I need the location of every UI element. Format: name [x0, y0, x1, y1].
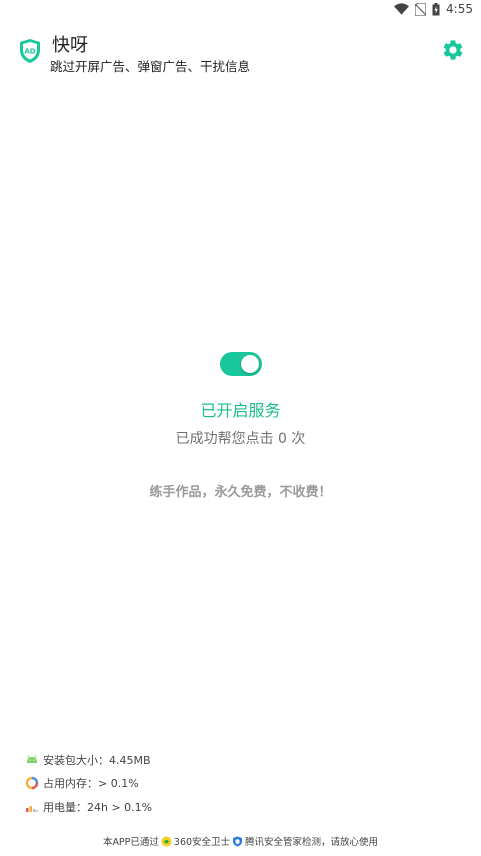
app-logo: AD — [18, 38, 42, 64]
free-note: 练手作品，永久免费，不收费！ — [149, 485, 332, 500]
memory-ring-icon — [25, 777, 39, 790]
service-status-label: 已开启服务 — [200, 401, 281, 420]
service-toggle[interactable] — [219, 352, 262, 376]
security-footer: 本APP已通过 360安全卫士 腾讯安全管家检测，请放心使用 — [0, 834, 481, 848]
stat-label: 占用内存：> 0.1% — [43, 777, 139, 791]
tencent-shield-icon — [233, 836, 243, 846]
android-icon — [27, 754, 37, 763]
logo-text: AD — [24, 48, 35, 56]
footer-text-tencent: 腾讯安全管家检测，请放心使用 — [245, 837, 379, 848]
service-panel: 已开启服务 已成功帮您点击 0 次 练手作品，永久免费，不收费！ — [0, 352, 481, 500]
stat-label: 用电量：24h > 0.1% — [43, 800, 153, 814]
status-time: 4:55 — [446, 2, 473, 16]
settings-button[interactable] — [441, 38, 465, 62]
stat-label: 安装包大小：4.45MB — [43, 753, 151, 767]
footer-text-prefix: 本APP已通过 — [102, 837, 159, 848]
app-stats: 安装包大小：4.45MB 占用内存：> 0.1% 用电量：24h > 0.1% — [25, 748, 152, 819]
status-bar: 4:55 — [0, 0, 481, 22]
wifi-icon — [394, 3, 410, 15]
toggle-knob — [240, 355, 259, 373]
click-count-text: 已成功帮您点击 0 次 — [175, 431, 306, 447]
battery-usage-icon — [26, 805, 38, 812]
app-title: 快呀 — [52, 35, 88, 56]
stat-row-battery: 用电量：24h > 0.1% — [25, 795, 152, 819]
stat-row-package-size: 安装包大小：4.45MB — [25, 748, 152, 772]
footer-text-360: 360安全卫士 — [173, 837, 231, 848]
360-security-icon — [161, 836, 172, 846]
app-subtitle: 跳过开屏广告、弹窗广告、干扰信息 — [50, 59, 251, 74]
status-icons: 4:55 — [394, 2, 473, 16]
app-header: AD 快呀 跳过开屏广告、弹窗广告、干扰信息 — [0, 28, 481, 78]
no-sim-icon — [415, 2, 427, 16]
stat-row-memory: 占用内存：> 0.1% — [25, 772, 152, 796]
battery-icon — [432, 2, 440, 16]
gear-icon — [443, 40, 463, 60]
